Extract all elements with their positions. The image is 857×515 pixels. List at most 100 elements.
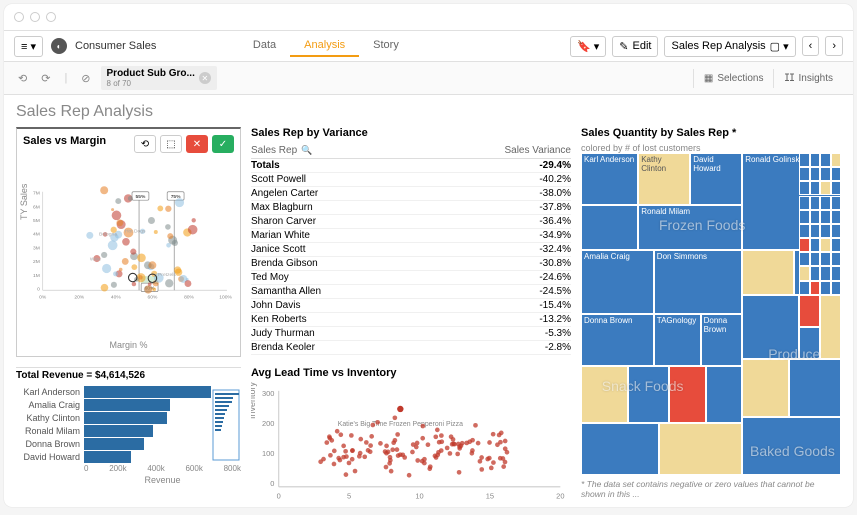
treemap-cell[interactable] [810, 238, 820, 252]
treemap-cell[interactable] [810, 210, 820, 224]
bar-row[interactable]: Karl Anderson [16, 386, 241, 398]
treemap-cell[interactable] [810, 196, 820, 210]
treemap-cell[interactable]: Donna Brown [581, 314, 654, 366]
treemap-cell[interactable] [799, 252, 809, 266]
tab-insights[interactable]: ⵊⵊ Insights [773, 69, 843, 88]
treemap-cell[interactable] [810, 224, 820, 238]
selection-forward-icon[interactable]: ⟳ [37, 70, 54, 87]
sheet-dropdown[interactable]: Sales Rep Analysis ▢ ▾ [664, 36, 795, 57]
treemap-cell[interactable] [831, 238, 841, 252]
tab-data[interactable]: Data [239, 35, 290, 57]
search-icon[interactable]: 🔍 [301, 145, 312, 156]
table-row[interactable]: Samantha Allen-24.5% [251, 285, 571, 299]
table-row[interactable]: Totals-29.4% [251, 159, 571, 173]
bar-row[interactable]: Ronald Milam [16, 425, 241, 437]
treemap-cell[interactable] [810, 153, 820, 167]
sales-vs-margin-panel[interactable]: ⟲ ⬚ ✕ ✓ Sales vs Margin TY Sales 7M6M5M4… [16, 127, 241, 357]
treemap-cell[interactable]: Donna Brown [701, 314, 743, 366]
treemap-cell[interactable] [810, 266, 820, 280]
treemap-cell[interactable] [831, 153, 841, 167]
table-row[interactable]: Brenda Keoler-2.8% [251, 341, 571, 355]
tab-story[interactable]: Story [359, 35, 413, 57]
treemap-cell[interactable]: Kathy Clinton [638, 153, 690, 205]
treemap-cell[interactable] [628, 366, 670, 424]
treemap-cell[interactable] [742, 359, 789, 417]
treemap-cell[interactable] [820, 196, 830, 210]
treemap-cell[interactable] [789, 359, 841, 417]
treemap-cell[interactable] [742, 417, 841, 475]
treemap-cell[interactable] [581, 205, 638, 250]
close-window-icon[interactable] [14, 12, 24, 22]
bar-row[interactable]: Donna Brown [16, 438, 241, 450]
treemap-cell[interactable] [820, 295, 841, 359]
treemap-cell[interactable] [810, 281, 820, 295]
treemap-cell[interactable] [820, 252, 830, 266]
clear-selections-icon[interactable]: ⊘ [77, 70, 94, 87]
treemap-cell[interactable] [799, 238, 809, 252]
treemap-cell[interactable] [820, 224, 830, 238]
selection-back-icon[interactable]: ⟲ [14, 70, 31, 87]
bar-row[interactable]: Amalia Craig [16, 399, 241, 411]
table-row[interactable]: Marian White-34.9% [251, 229, 571, 243]
leadtime-chart[interactable]: Inventory 3002001000 Katie's Big Time Fr… [251, 383, 571, 499]
treemap-cell[interactable] [799, 210, 809, 224]
treemap-cell[interactable] [581, 423, 659, 475]
treemap-cell[interactable] [831, 281, 841, 295]
table-row[interactable]: Max Blagburn-37.8% [251, 201, 571, 215]
treemap-cell[interactable] [799, 167, 809, 181]
treemap-cell[interactable]: TAGnology [654, 314, 701, 366]
treemap-cell[interactable] [831, 266, 841, 280]
revenue-chart[interactable]: Karl AndersonAmalia CraigKathy ClintonRo… [16, 385, 241, 464]
table-row[interactable]: Judy Thurman-5.3% [251, 327, 571, 341]
table-row[interactable]: Ted Moy-24.6% [251, 271, 571, 285]
edit-button[interactable]: ✎ Edit [612, 36, 658, 57]
table-row[interactable]: John Davis-15.4% [251, 299, 571, 313]
treemap-cell[interactable] [581, 366, 628, 424]
treemap-cell[interactable] [799, 281, 809, 295]
treemap-cell[interactable] [799, 295, 820, 327]
treemap-cell[interactable] [706, 366, 742, 424]
treemap-cell[interactable] [799, 224, 809, 238]
treemap-cell[interactable] [810, 252, 820, 266]
treemap-cell[interactable] [742, 250, 794, 295]
tab-analysis[interactable]: Analysis [290, 35, 359, 57]
filter-chip[interactable]: Product Sub Gro... 8 of 70 ✕ [101, 66, 217, 90]
table-row[interactable]: Angelen Carter-38.0% [251, 187, 571, 201]
treemap-cell[interactable] [799, 153, 809, 167]
treemap-cell[interactable] [820, 266, 830, 280]
table-row[interactable]: Sharon Carver-36.4% [251, 215, 571, 229]
filter-chip-close-icon[interactable]: ✕ [199, 72, 211, 84]
treemap-cell[interactable] [820, 210, 830, 224]
treemap-cell[interactable] [669, 366, 705, 424]
col-var[interactable]: Sales Variance [504, 145, 571, 156]
treemap-cell[interactable] [831, 252, 841, 266]
tab-selections[interactable]: ▦ Selections [693, 69, 774, 88]
treemap-cell[interactable]: Karl Anderson [581, 153, 638, 205]
bookmark-button[interactable]: 🔖 ▾ [570, 36, 606, 57]
minimize-window-icon[interactable] [30, 12, 40, 22]
menu-dropdown[interactable]: ≡ ▾ [14, 36, 43, 57]
treemap-cell[interactable] [831, 224, 841, 238]
treemap-cell[interactable] [820, 238, 830, 252]
treemap-cell[interactable]: Amalia Craig [581, 250, 654, 314]
treemap-cell[interactable] [659, 423, 742, 475]
treemap-cell[interactable] [799, 181, 809, 195]
treemap-cell[interactable] [742, 295, 799, 359]
treemap-cell[interactable]: Ronald Milam [638, 205, 742, 250]
treemap-cell[interactable] [810, 181, 820, 195]
treemap-cell[interactable]: Don Simmons [654, 250, 742, 314]
nav-prev-button[interactable]: ‹ [802, 36, 820, 56]
table-row[interactable]: Janice Scott-32.4% [251, 243, 571, 257]
treemap-cell[interactable] [820, 167, 830, 181]
col-rep[interactable]: Sales Rep [251, 145, 297, 156]
treemap-cell[interactable] [831, 210, 841, 224]
treemap-cell[interactable] [820, 153, 830, 167]
maximize-window-icon[interactable] [46, 12, 56, 22]
treemap-chart[interactable]: Karl AndersonKathy ClintonDavid HowardRo… [581, 153, 841, 475]
table-row[interactable]: Ken Roberts-13.2% [251, 313, 571, 327]
bar-row[interactable]: Kathy Clinton [16, 412, 241, 424]
treemap-cell[interactable] [831, 196, 841, 210]
svm-chart[interactable]: TY Sales 7M6M5M4M3M2M1M0 55% 75% 60% Bol… [23, 151, 234, 338]
treemap-cell[interactable] [799, 196, 809, 210]
table-row[interactable]: Brenda Gibson-30.8% [251, 257, 571, 271]
